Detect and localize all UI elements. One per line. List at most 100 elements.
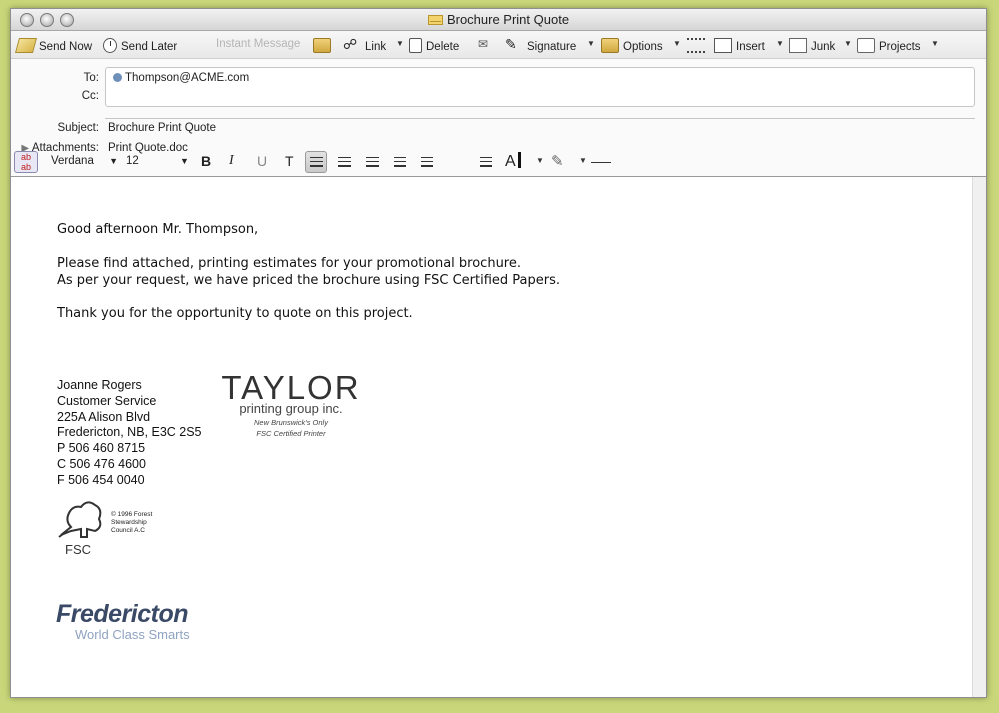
greeting-line: Good afternoon Mr. Thompson, (57, 222, 259, 237)
envelope-icon (427, 15, 443, 25)
send-now-button[interactable]: Send Now (14, 38, 93, 53)
signature-name: Joanne Rogers (57, 378, 142, 392)
send-now-label: Send Now (39, 41, 93, 53)
junk-icon (789, 38, 807, 53)
formatting-bar: ab ab Verdana ▼ 12 ▼ B I U T A ▼ ✎ ▼ (11, 149, 986, 177)
signature-fax: F 506 454 0040 (57, 472, 145, 487)
paperclip-icon (478, 37, 496, 53)
signature-label: Signature (527, 41, 577, 53)
fsc-notice-line1: © 1996 Forest (111, 511, 153, 518)
attach-button[interactable] (478, 37, 500, 53)
cc-label: Cc: (81, 90, 99, 102)
insert-icon (714, 38, 732, 53)
format-list-button[interactable] (687, 38, 709, 53)
projects-button[interactable]: Projects (857, 38, 921, 53)
signature-dropdown-caret[interactable]: ▼ (587, 39, 595, 48)
align-right-icon[interactable] (366, 157, 379, 167)
to-label: To: (83, 72, 99, 84)
delete-button[interactable]: Delete (409, 38, 459, 53)
body-line-2: As per your request, we have priced the … (57, 273, 561, 288)
fsc-notice: © 1996 Forest Stewardship Council A.C (111, 511, 152, 535)
highlight-icon[interactable]: ✎ (551, 152, 564, 170)
text-style-button[interactable]: T (285, 153, 294, 169)
window-title: Brochure Print Quote (446, 12, 570, 27)
instant-message-button[interactable]: Instant Message (216, 38, 300, 50)
fsc-logo: FSC (57, 497, 109, 557)
link-button[interactable]: Link (343, 36, 387, 53)
fsc-tree-icon (58, 501, 102, 538)
vertical-scrollbar[interactable] (972, 177, 986, 697)
insert-label: Insert (736, 41, 765, 53)
signature-cell: C 506 476 4600 (57, 456, 146, 471)
to-recipient[interactable]: Thompson@ACME.com (113, 72, 249, 84)
subject-label: Subject: (57, 122, 99, 134)
delete-icon (409, 38, 422, 53)
contact-icon (113, 73, 122, 82)
send-later-label: Send Later (121, 41, 178, 53)
align-left-icon (310, 157, 323, 167)
taylor-logo-tag1: New Brunswick's Only (254, 418, 328, 427)
projects-label: Projects (879, 41, 921, 53)
projects-dropdown-caret[interactable]: ▼ (931, 39, 939, 48)
projects-icon (857, 38, 875, 53)
spellcheck-icon[interactable]: ab ab (14, 151, 38, 173)
subject-input[interactable]: Brochure Print Quote (108, 122, 216, 134)
highlight-dropdown-caret[interactable]: ▼ (579, 156, 587, 165)
fsc-abbr: FSC (65, 542, 91, 557)
taylor-logo-tag2: FSC Certified Printer (256, 429, 326, 438)
fsc-notice-line2: Stewardship (111, 519, 147, 526)
signature-button[interactable]: Signature (505, 36, 577, 53)
signature-pen-icon (505, 36, 523, 53)
fredericton-logo-name: Fredericton (56, 600, 189, 628)
numbered-list-icon[interactable] (394, 157, 406, 167)
body-line-1: Please find attached, printing estimates… (57, 256, 521, 271)
bold-button[interactable]: B (201, 153, 211, 169)
clipboard-button[interactable] (313, 38, 335, 53)
message-header: To: Thompson@ACME.com Cc: Subject: Broch… (11, 59, 986, 159)
options-dropdown-caret[interactable]: ▼ (673, 39, 681, 48)
horizontal-rule-icon[interactable] (591, 162, 611, 163)
link-label: Link (365, 41, 387, 53)
signature-address2: Fredericton, NB, E3C 2S5 (57, 425, 202, 440)
taylor-logo: TAYLOR printing group inc. New Brunswick… (216, 371, 366, 438)
signature-address1: 225A Alison Blvd (57, 409, 151, 424)
link-icon (343, 36, 361, 53)
send-icon (14, 38, 38, 53)
text-color-dropdown-caret[interactable]: ▼ (536, 156, 544, 165)
font-family-select[interactable]: Verdana ▼ (51, 155, 118, 167)
fredericton-logo-tagline: World Class Smarts (75, 627, 190, 642)
instant-message-label: Instant Message (216, 38, 301, 50)
window-title-wrap: Brochure Print Quote (11, 12, 986, 27)
clipboard-icon (313, 38, 331, 53)
message-body[interactable]: Good afternoon Mr. Thompson, Please find… (11, 177, 986, 697)
chevron-down-icon: ▼ (109, 156, 118, 166)
options-button[interactable]: Options (601, 38, 663, 53)
clock-icon (103, 38, 117, 53)
options-label: Options (623, 41, 663, 53)
font-family-value: Verdana (51, 155, 94, 167)
subject-divider (105, 118, 975, 119)
underline-button[interactable]: U (257, 153, 267, 169)
compose-window: Brochure Print Quote Send Now Send Later… (10, 8, 987, 698)
signature-phone: P 506 460 8715 (57, 441, 146, 456)
indent-icon[interactable] (480, 157, 492, 167)
text-color-button[interactable]: A (505, 152, 521, 171)
send-later-button[interactable]: Send Later (103, 38, 177, 53)
font-size-value: 12 (126, 155, 139, 167)
insert-dropdown-caret[interactable]: ▼ (776, 39, 784, 48)
align-left-button[interactable] (305, 151, 327, 173)
junk-button[interactable]: Junk (789, 38, 835, 53)
to-recipient-value: Thompson@ACME.com (125, 72, 250, 84)
align-center-icon[interactable] (338, 157, 351, 167)
bullet-list-icon[interactable] (421, 157, 433, 167)
body-line-3: Thank you for the opportunity to quote o… (57, 306, 413, 321)
font-size-select[interactable]: 12 ▼ (126, 155, 189, 167)
junk-dropdown-caret[interactable]: ▼ (844, 39, 852, 48)
toolbar: Send Now Send Later Instant Message Link… (11, 31, 986, 59)
junk-label: Junk (811, 41, 836, 53)
list-icon (687, 38, 705, 53)
italic-button[interactable]: I (229, 153, 234, 169)
title-bar: Brochure Print Quote (11, 9, 986, 31)
link-dropdown-caret[interactable]: ▼ (396, 39, 404, 48)
insert-button[interactable]: Insert (714, 38, 765, 53)
